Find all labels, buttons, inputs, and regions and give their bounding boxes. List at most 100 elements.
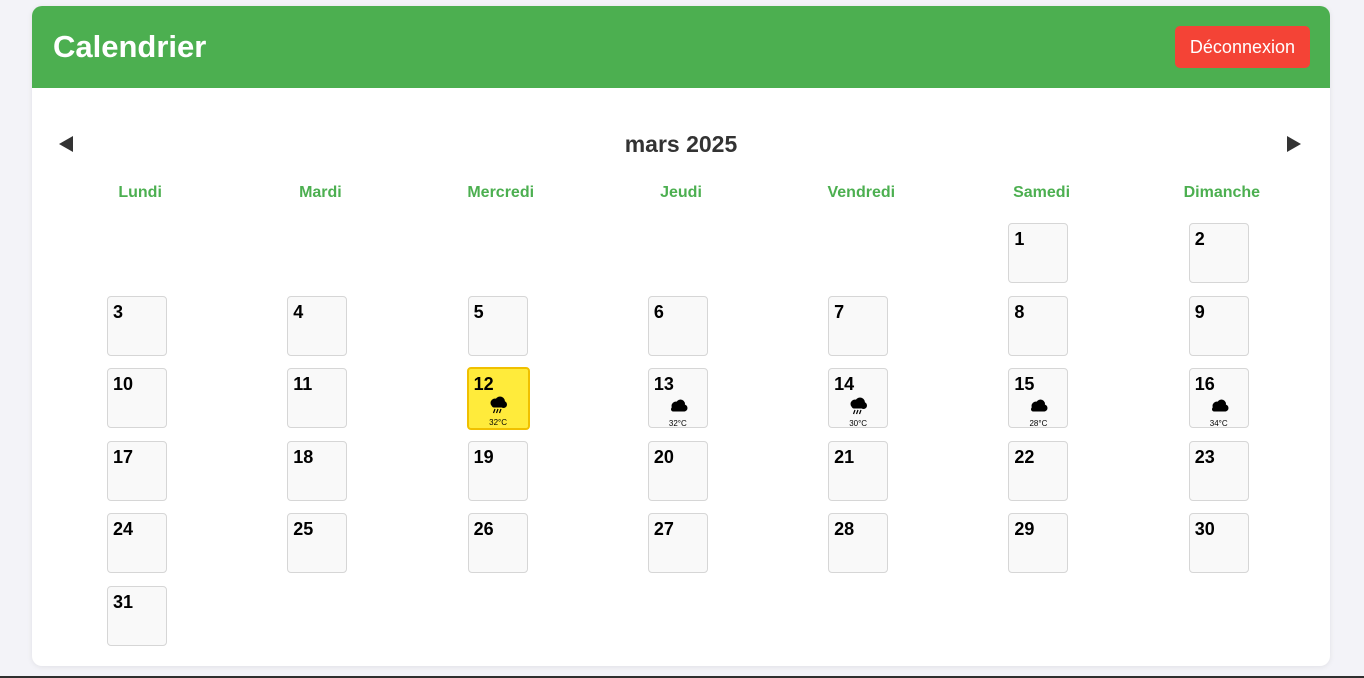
day-cell[interactable]: 25 <box>287 513 348 574</box>
calendar-cell: 6 <box>591 295 771 369</box>
day-cell[interactable]: 6 <box>647 295 708 356</box>
temperature: 32°C <box>668 419 687 429</box>
calendar-cell: 20 <box>591 440 771 514</box>
calendar-cell: 17 <box>50 440 230 514</box>
day-cell[interactable]: 29 <box>1008 513 1069 574</box>
calendar-cell: 21 <box>771 440 951 514</box>
temperature: 34°C <box>1209 419 1228 429</box>
calendar-cell: 29 <box>951 513 1131 586</box>
day-cell[interactable]: 13 32°C <box>647 368 708 429</box>
calendar-cell: 31 <box>50 585 230 659</box>
day-cell[interactable]: 4 <box>287 295 348 356</box>
calendar-cell: 1 <box>951 223 1131 296</box>
day-cell[interactable]: 11 <box>287 368 348 429</box>
calendar-cell: 3 <box>50 295 230 369</box>
day-number: 23 <box>1194 446 1215 467</box>
day-number: 31 <box>113 591 134 612</box>
empty-cell <box>50 223 230 296</box>
day-number: 26 <box>473 519 494 540</box>
day-number: 7 <box>834 301 845 322</box>
day-number: 18 <box>293 446 314 467</box>
calendar-cell: 11 <box>230 368 410 441</box>
calendar-cell: 24 <box>50 513 230 586</box>
app-header: Calendrier Déconnexion <box>32 6 1330 88</box>
calendar-cell: 25 <box>230 513 410 586</box>
calendar-cell: 12 32°C <box>411 367 591 441</box>
calendar-cell: 23 <box>1132 440 1312 514</box>
weekday-header: Lundi Mardi Mercredi Jeudi Vendredi Same… <box>50 184 1312 202</box>
day-number: 28 <box>834 519 855 540</box>
day-cell[interactable]: 2 <box>1188 223 1249 283</box>
day-number: 10 <box>113 374 134 395</box>
empty-cell <box>411 223 591 296</box>
day-cell[interactable]: 24 <box>107 513 167 574</box>
day-cell[interactable]: 31 <box>107 585 167 646</box>
app-title: Calendrier <box>53 29 207 64</box>
day-cell[interactable]: 28 <box>828 513 889 574</box>
day-number: 6 <box>653 301 664 322</box>
day-number: 13 <box>653 374 674 395</box>
calendar-cell: 22 <box>951 440 1131 514</box>
day-cell[interactable]: 15 28°C <box>1008 368 1069 429</box>
calendar-cell: 26 <box>411 513 591 586</box>
calendar-cell: 2 <box>1132 223 1312 296</box>
day-number: 15 <box>1014 374 1035 395</box>
day-cell[interactable]: 27 <box>647 513 708 574</box>
month-title: mars 2025 <box>624 131 738 157</box>
day-number: 21 <box>834 446 855 467</box>
weekday-label: Samedi <box>1013 184 1071 201</box>
calendar-cell: 9 <box>1132 295 1312 369</box>
day-number: 16 <box>1194 374 1215 395</box>
day-number: 27 <box>653 519 674 540</box>
day-cell[interactable]: 22 <box>1008 440 1069 501</box>
day-grid: 1 2 3 4 5 6 7 8 9 10 11 12 32°C 13 32°C 14 30°C 15 28°C 16 3… <box>50 223 1312 659</box>
calendar-cell: 8 <box>951 295 1131 369</box>
day-cell[interactable]: 26 <box>467 513 528 574</box>
day-cell[interactable]: 20 <box>647 440 708 501</box>
calendar-cell: 15 28°C <box>951 368 1131 441</box>
calendar-cell: 13 32°C <box>591 368 771 441</box>
day-cell[interactable]: 12 32°C <box>466 367 530 431</box>
empty-cell <box>771 223 951 296</box>
calendar-cell: 5 <box>411 295 591 369</box>
calendar-cell: 18 <box>230 440 410 514</box>
day-cell[interactable]: 3 <box>107 295 167 356</box>
day-cell[interactable]: 5 <box>467 295 528 356</box>
cloudy-icon <box>1028 397 1048 415</box>
day-cell[interactable]: 18 <box>287 440 348 501</box>
cloudy-icon <box>668 397 688 415</box>
day-number: 22 <box>1014 446 1035 467</box>
calendar-cell: 14 30°C <box>771 368 951 441</box>
day-number: 2 <box>1194 229 1205 249</box>
day-cell[interactable]: 9 <box>1188 295 1249 356</box>
temperature: 30°C <box>849 419 868 429</box>
day-cell[interactable]: 21 <box>828 440 889 501</box>
calendar-card: Calendrier Déconnexion mars 2025 Lundi M… <box>32 6 1330 666</box>
temperature: 32°C <box>489 418 507 428</box>
triangle-right-icon[interactable] <box>1282 130 1306 158</box>
day-number: 3 <box>113 301 124 322</box>
day-cell[interactable]: 10 <box>107 368 167 429</box>
weekday-label: Mardi <box>299 184 342 201</box>
day-number: 30 <box>1194 519 1215 540</box>
day-cell[interactable]: 16 34°C <box>1188 368 1249 429</box>
day-cell[interactable]: 17 <box>107 440 167 501</box>
weekday-label: Vendredi <box>827 184 896 201</box>
day-cell[interactable]: 14 30°C <box>828 368 889 429</box>
weekday-label: Mercredi <box>467 184 535 201</box>
empty-cell <box>230 223 410 296</box>
day-cell[interactable]: 1 <box>1008 223 1069 283</box>
day-number: 25 <box>293 519 314 540</box>
day-cell[interactable]: 8 <box>1008 295 1069 356</box>
month-navigation: mars 2025 <box>32 126 1330 162</box>
day-cell[interactable]: 30 <box>1188 513 1249 574</box>
temperature: 28°C <box>1029 419 1048 429</box>
logout-button[interactable]: Déconnexion <box>1174 26 1310 68</box>
weekday-label: Dimanche <box>1183 184 1261 201</box>
day-cell[interactable]: 7 <box>828 295 889 356</box>
weekday-label: Lundi <box>118 184 162 201</box>
day-cell[interactable]: 19 <box>467 440 528 501</box>
day-cell[interactable]: 23 <box>1188 440 1249 501</box>
weekday-label: Jeudi <box>660 184 702 201</box>
day-number: 19 <box>473 446 494 467</box>
